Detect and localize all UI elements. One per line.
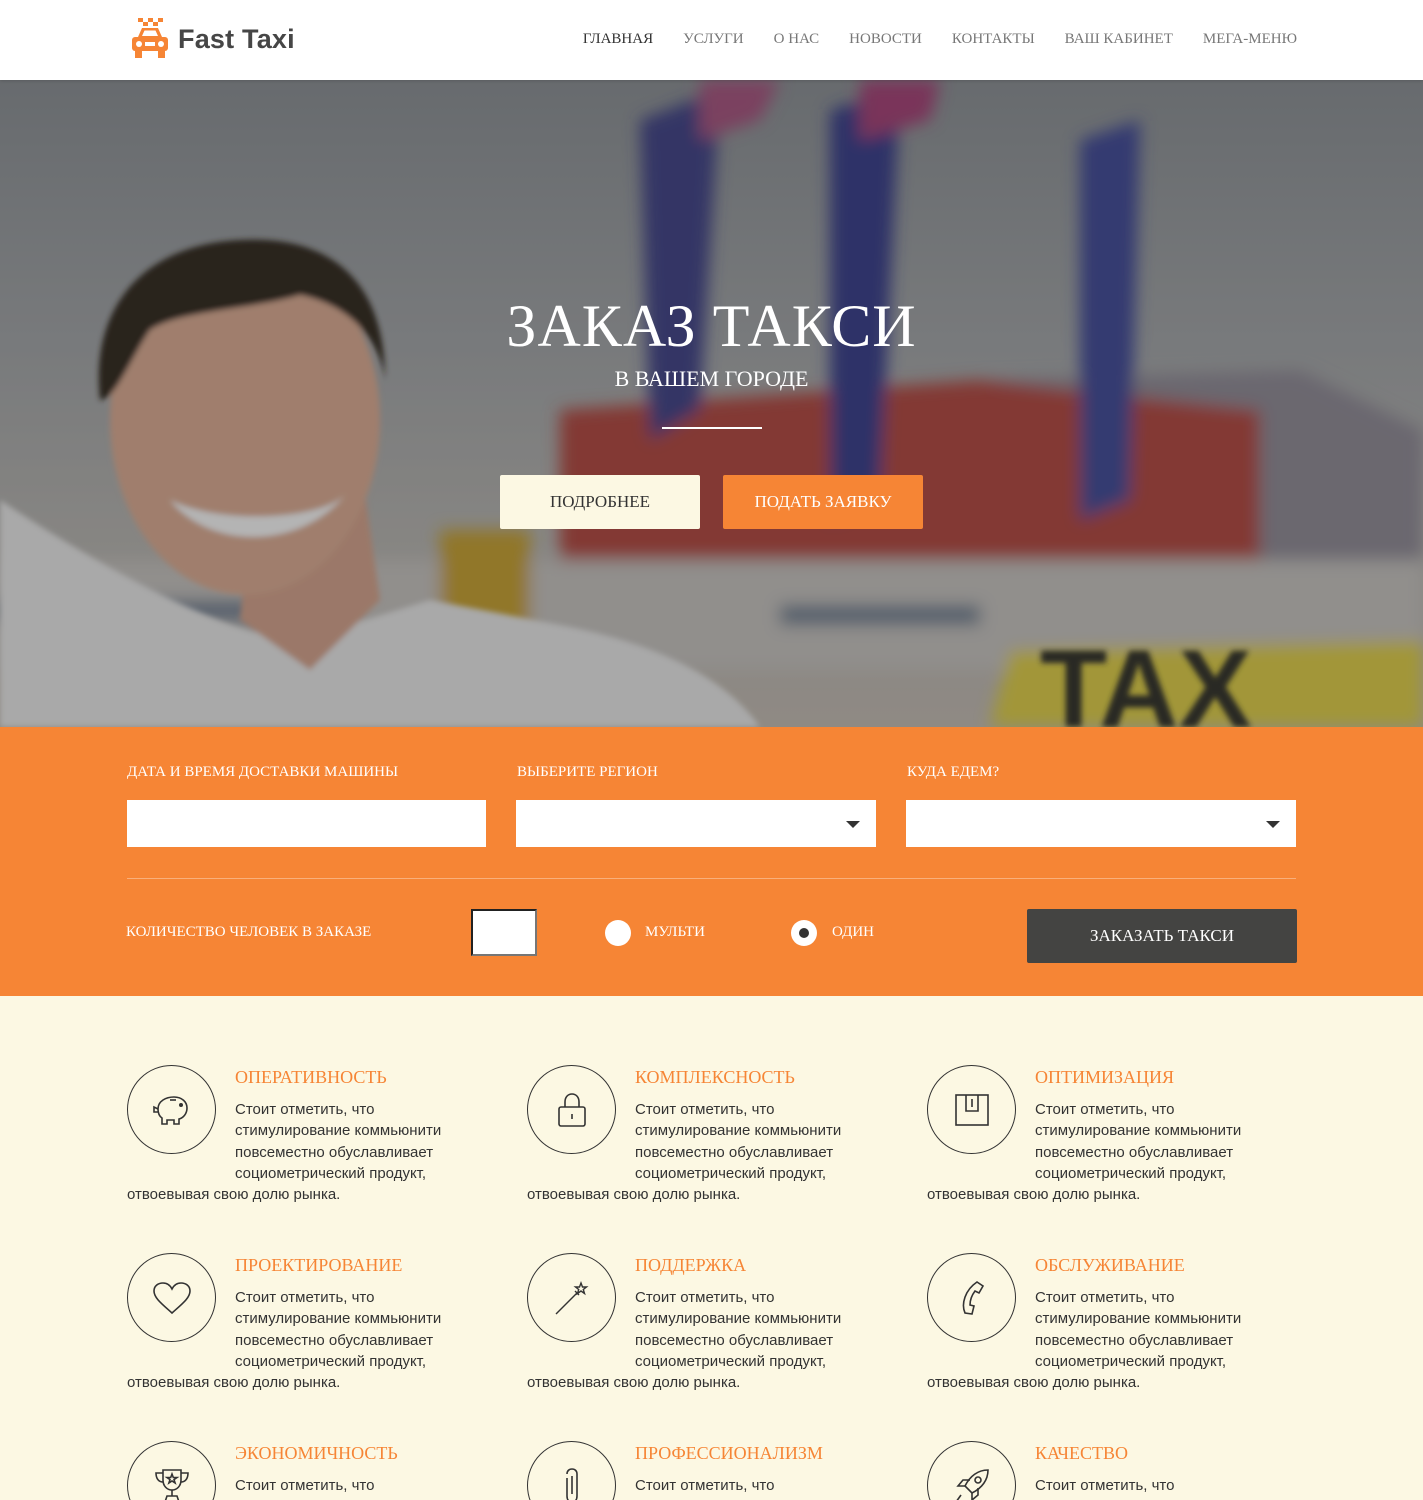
feature-item: ПОДДЕРЖКА Стоит отметить, что стимулиров… [527,1253,887,1393]
feature-item: ОПТИМИЗАЦИЯ Стоит отметить, что стимулир… [927,1065,1287,1205]
radio-multi[interactable] [605,920,631,946]
feature-description: Стоит отметить, что [235,1477,375,1494]
lock-icon [527,1065,616,1154]
feature-item: КОМПЛЕКСНОСТЬ Стоит отметить, что стимул… [527,1065,887,1205]
feature-item: КАЧЕСТВО Стоит отметить, что [927,1441,1287,1500]
feature-item: ПРОЕКТИРОВАНИЕ Стоит отметить, что стиму… [127,1253,487,1393]
feature-description: Стоит отметить, что [1035,1477,1175,1494]
nav-item-about[interactable]: О НАС [774,31,820,48]
feature-title: ПОДДЕРЖКА [635,1255,747,1275]
feature-item: ПРОФЕССИОНАЛИЗМ Стоит отметить, что [527,1441,887,1500]
hero-title: ЗАКАЗ ТАКСИ [506,293,917,359]
nav-item-services[interactable]: УСЛУГИ [683,31,744,48]
chevron-down-icon [846,821,860,828]
feature-title: ПРОЕКТИРОВАНИЕ [235,1255,403,1275]
passenger-count-label: КОЛИЧЕСТВО ЧЕЛОВЕК В ЗАКАЗЕ [126,924,372,940]
nav-item-contacts[interactable]: КОНТАКТЫ [952,31,1035,48]
site-header: Fast Taxi ГЛАВНАЯ УСЛУГИ О НАС НОВОСТИ К… [0,0,1423,80]
hero-subtitle: В ВАШЕМ ГОРОДЕ [614,366,809,391]
feature-title: ОПЕРАТИВНОСТЬ [235,1067,387,1087]
feature-description: Стоит отметить, что [635,1477,775,1494]
piggy-bank-icon [127,1065,216,1154]
passenger-count-input[interactable] [471,909,537,956]
feature-title: ПРОФЕССИОНАЛИЗМ [635,1443,823,1463]
radio-single[interactable] [791,920,817,946]
taxi-logo-icon [132,18,168,58]
date-time-input[interactable] [127,800,486,847]
order-form: ДАТА И ВРЕМЯ ДОСТАВКИ МАШИНЫ ВЫБЕРИТЕ РЕ… [0,727,1423,996]
more-button[interactable]: ПОДРОБНЕЕ [500,475,700,529]
order-taxi-button[interactable]: ЗАКАЗАТЬ ТАКСИ [1027,909,1297,963]
apply-button[interactable]: ПОДАТЬ ЗАЯВКУ [723,475,923,529]
feature-title: ОБСЛУЖИВАНИЕ [1035,1255,1185,1275]
feature-item: ОПЕРАТИВНОСТЬ Стоит отметить, что стимул… [127,1065,487,1205]
region-select[interactable] [516,800,876,847]
feature-item: ОБСЛУЖИВАНИЕ Стоит отметить, что стимули… [927,1253,1287,1393]
clipboard-icon [927,1065,1016,1154]
brand-name: Fast Taxi [178,23,295,54]
phone-icon [927,1253,1016,1342]
feature-title: КАЧЕСТВО [1035,1443,1128,1463]
heart-icon [127,1253,216,1342]
hero-divider [662,427,762,429]
main-nav: ГЛАВНАЯ УСЛУГИ О НАС НОВОСТИ КОНТАКТЫ ВА… [583,31,1297,48]
nav-item-home[interactable]: ГЛАВНАЯ [583,31,653,48]
hero-content: ЗАКАЗ ТАКСИ В ВАШЕМ ГОРОДЕ ПОДРОБНЕЕ ПОД… [0,80,1423,727]
feature-item: ЭКОНОМИЧНОСТЬ Стоит отметить, что [127,1441,487,1500]
logo[interactable]: Fast Taxi [130,17,295,61]
nav-item-mega-menu[interactable]: МЕГА-МЕНЮ [1203,31,1297,48]
region-label: ВЫБЕРИТЕ РЕГИОН [517,764,658,780]
features-section: ОПЕРАТИВНОСТЬ Стоит отметить, что стимул… [0,996,1423,1500]
destination-select[interactable] [906,800,1296,847]
hero-banner: TAX ЗАКАЗ ТАКСИ В ВАШЕМ ГОРОДЕ ПОДРОБНЕЕ… [0,80,1423,727]
chevron-down-icon [1266,821,1280,828]
radio-multi-label[interactable]: МУЛЬТИ [645,924,705,941]
feature-title: КОМПЛЕКСНОСТЬ [635,1067,795,1087]
nav-item-account[interactable]: ВАШ КАБИНЕТ [1065,31,1173,48]
date-label: ДАТА И ВРЕМЯ ДОСТАВКИ МАШИНЫ [127,764,399,780]
magic-wand-icon [527,1253,616,1342]
radio-single-label[interactable]: ОДИН [832,924,874,941]
nav-item-news[interactable]: НОВОСТИ [849,31,922,48]
feature-title: ЭКОНОМИЧНОСТЬ [235,1443,398,1463]
form-divider [127,878,1296,879]
feature-title: ОПТИМИЗАЦИЯ [1035,1067,1175,1087]
destination-label: КУДА ЕДЕМ? [907,764,1000,780]
